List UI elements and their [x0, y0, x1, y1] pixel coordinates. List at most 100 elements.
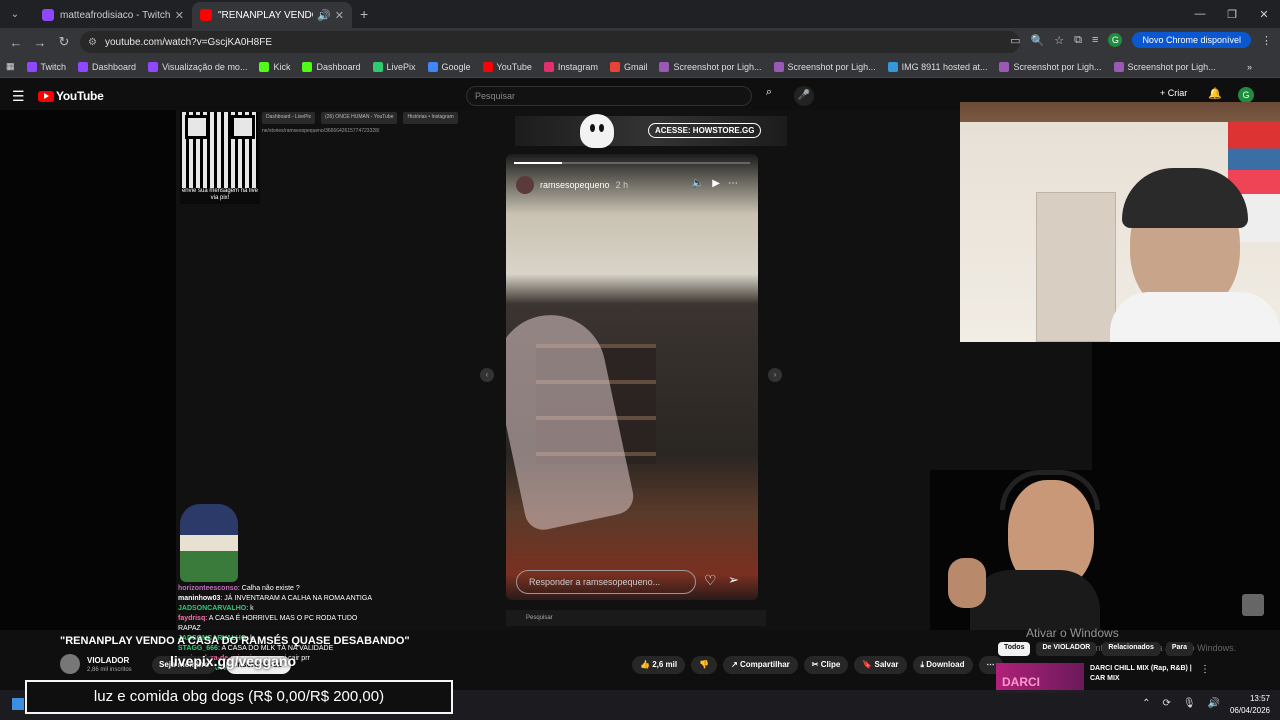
- zoom-icon[interactable]: 🔍: [1031, 34, 1045, 47]
- save-button[interactable]: 🔖 Salvar: [854, 656, 907, 674]
- bookmark-item[interactable]: Screenshot por Ligh...: [999, 61, 1102, 72]
- bookmark-item[interactable]: Twitch: [26, 61, 67, 72]
- person-body: [970, 570, 1100, 630]
- profile-avatar[interactable]: G: [1108, 33, 1123, 47]
- bookmark-item[interactable]: Screenshot por Ligh...: [773, 61, 876, 72]
- share-button[interactable]: ↗ Compartilhar: [723, 656, 798, 674]
- clock[interactable]: 13:57 06/04/2026: [1230, 693, 1270, 717]
- send-icon: ➢: [728, 572, 739, 587]
- bookmark-favicon-icon: [609, 61, 620, 72]
- inner-tab: Histórias • Instagram: [403, 112, 458, 124]
- recommendation-more-icon[interactable]: ⋮: [1200, 664, 1210, 675]
- minimize-icon[interactable]: —: [1184, 0, 1216, 28]
- recommendation-title[interactable]: DARCI CHILL MIX (Rap, R&B) | CAR MIX: [1090, 664, 1202, 684]
- notifications-icon[interactable]: 🔔: [1208, 87, 1222, 100]
- mic-tray-icon[interactable]: 🎙: [1183, 698, 1196, 709]
- restore-icon[interactable]: ❐: [1216, 0, 1248, 28]
- ghost-logo-icon: [580, 114, 614, 148]
- dislike-icon: 👎: [699, 660, 710, 669]
- bookmark-label: Twitch: [40, 61, 67, 72]
- channel-avatar[interactable]: [60, 654, 80, 674]
- close-window-icon[interactable]: ✕: [1248, 0, 1280, 28]
- volume-icon[interactable]: 🔊: [1208, 698, 1220, 709]
- clock-date: 06/04/2026: [1229, 706, 1270, 715]
- chat-username: maninhow03: [178, 595, 221, 602]
- tab-youtube[interactable]: "RENANPLAY VENDO A CA 🔊 ✕: [192, 2, 352, 28]
- like-count: 2,6 mil: [652, 660, 678, 669]
- bookmarks-bar: ▦ Twitch Dashboard Visualização de mo... Ki…: [0, 56, 1280, 78]
- chrome-update-button[interactable]: Novo Chrome disponível: [1132, 32, 1251, 48]
- media-icon[interactable]: ≡: [1092, 34, 1098, 46]
- bookmark-item[interactable]: Screenshot por Ligh...: [1113, 61, 1216, 72]
- mic-icon[interactable]: 🎤: [794, 86, 814, 106]
- clip-button[interactable]: ✂ Clipe: [803, 656, 849, 674]
- reload-icon[interactable]: ↻: [52, 34, 76, 50]
- bookmark-favicon-icon: [427, 61, 438, 72]
- bookmark-item[interactable]: Dashboard: [78, 61, 136, 72]
- tab-twitch[interactable]: matteafrodisiaco - Twitch ✕: [34, 2, 192, 28]
- story-user: ramsesopequeno 2 h: [516, 176, 628, 194]
- bookmark-item[interactable]: Kick: [259, 61, 290, 72]
- bookmark-item[interactable]: Gmail: [609, 61, 647, 72]
- download-label: Download: [926, 660, 965, 669]
- extensions-icon[interactable]: ⧉: [1074, 34, 1082, 47]
- browser-tab-strip: ⌄ matteafrodisiaco - Twitch ✕ "RENANPLAY…: [0, 0, 1280, 28]
- story-prev-icon: ‹: [480, 368, 494, 382]
- youtube-favicon-icon: [200, 9, 212, 21]
- qr-code: envie sua mensagem na live via pix!: [180, 112, 260, 204]
- door-image: [1036, 192, 1116, 342]
- bookmark-star-icon[interactable]: ☆: [1054, 34, 1064, 47]
- create-button[interactable]: + Criar: [1160, 88, 1187, 98]
- bookmark-item[interactable]: YouTube: [482, 61, 532, 72]
- channel-name[interactable]: VIOLADOR: [87, 656, 129, 665]
- tab-search-icon[interactable]: ⌄: [4, 3, 26, 25]
- bookmark-item[interactable]: Dashboard: [302, 61, 361, 72]
- tab-title: "RENANPLAY VENDO A CA: [218, 9, 313, 21]
- back-icon[interactable]: ←: [4, 35, 28, 50]
- site-info-icon[interactable]: ⚙: [88, 37, 97, 48]
- youtube-logo[interactable]: YouTube: [38, 89, 104, 103]
- inner-tab: Dashboard - LivePix: [262, 112, 316, 124]
- menu-icon[interactable]: ☰: [12, 88, 30, 105]
- tab-title: matteafrodisiaco - Twitch: [60, 9, 171, 21]
- chip-channel[interactable]: De VIOLADOR: [1036, 642, 1097, 656]
- like-button[interactable]: 👍 2,6 mil: [632, 656, 686, 674]
- webcam-streamer: [930, 470, 1100, 630]
- chrome-menu-icon[interactable]: ⋮: [1261, 34, 1272, 47]
- search-input[interactable]: Pesquisar: [466, 86, 752, 106]
- recommendation-thumbnail[interactable]: DARCI: [996, 663, 1084, 693]
- bookmark-item[interactable]: LivePix: [372, 61, 416, 72]
- bookmark-apps-icon[interactable]: ▦: [6, 61, 15, 72]
- bookmark-item[interactable]: Visualização de mo...: [148, 61, 247, 72]
- chip-related[interactable]: Relacionados: [1102, 642, 1160, 656]
- url-bar[interactable]: ⚙ youtube.com/watch?v=GscjKA0H8FE: [80, 31, 1020, 53]
- start-icon[interactable]: [12, 698, 24, 710]
- bookmark-item[interactable]: Screenshot por Ligh...: [659, 61, 762, 72]
- chip-todos[interactable]: Todos: [998, 642, 1031, 656]
- speaker-icon[interactable]: 🔊: [317, 9, 331, 22]
- bookmark-item[interactable]: Instagram: [543, 61, 598, 72]
- inner-url: ne/stories/ramsesopequeno/36666426157747…: [262, 128, 380, 134]
- chip-for-you[interactable]: Para: [1165, 642, 1194, 656]
- twitch-favicon-icon: [42, 9, 54, 21]
- close-tab-icon[interactable]: ✕: [335, 9, 344, 22]
- dislike-button[interactable]: 👎: [691, 656, 718, 674]
- account-avatar[interactable]: G: [1238, 87, 1254, 103]
- window-controls: — ❐ ✕: [1184, 0, 1280, 28]
- cast-icon[interactable]: ▭: [1010, 34, 1020, 47]
- bookmark-label: LivePix: [386, 61, 416, 72]
- forward-icon[interactable]: →: [28, 35, 52, 50]
- video-player[interactable]: Dashboard - LivePix (26) ONCE HUMAN - Yo…: [0, 102, 1280, 672]
- network-icon[interactable]: ⟳: [1162, 698, 1170, 709]
- chat-message: JADSONCARVALHO: k: [178, 604, 378, 614]
- download-button[interactable]: ⤓ Download: [912, 656, 973, 674]
- bookmark-item[interactable]: Google: [427, 61, 471, 72]
- search-icon[interactable]: ⌕: [756, 86, 782, 106]
- bookmarks-overflow-icon[interactable]: »: [1247, 62, 1252, 72]
- close-tab-icon[interactable]: ✕: [175, 9, 184, 22]
- tray-arrow-icon[interactable]: ⌃: [1142, 698, 1150, 709]
- qr-code-icon: [182, 112, 258, 188]
- bookmark-label: Google: [441, 61, 471, 72]
- bookmark-item[interactable]: IMG 8911 hosted at...: [887, 61, 987, 72]
- new-tab-button[interactable]: +: [360, 6, 368, 22]
